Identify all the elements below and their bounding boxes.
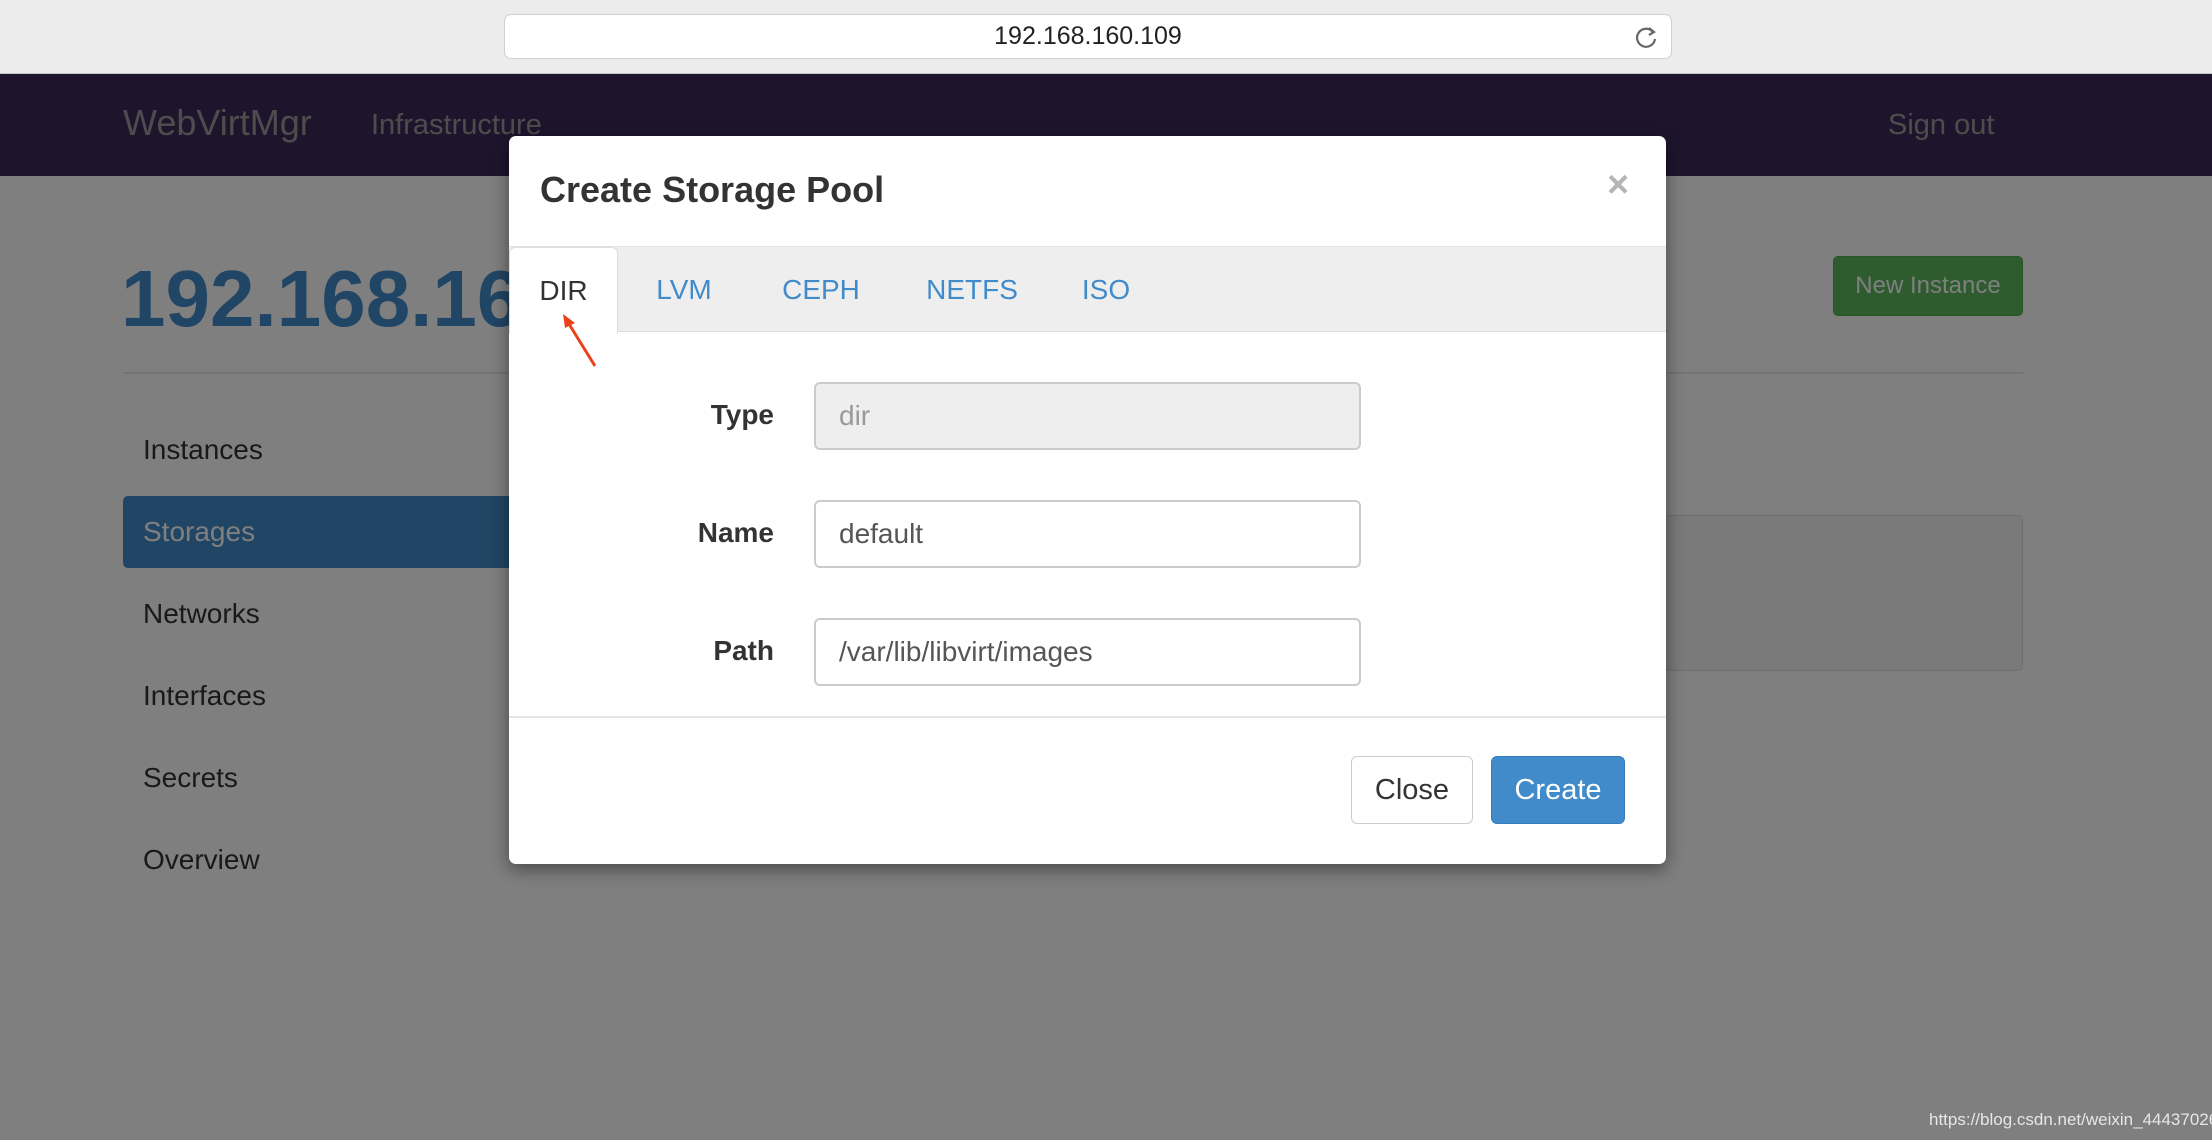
url-text: 192.168.160.109 (994, 22, 1182, 50)
browser-toolbar: 192.168.160.109 (0, 0, 2212, 74)
reload-icon[interactable] (1633, 25, 1659, 51)
watermark-text: https://blog.csdn.net/weixin_44437026 (1929, 1110, 2212, 1129)
annotation-arrow-icon (563, 314, 597, 367)
tab-lvm[interactable]: LVM (639, 247, 729, 333)
tab-netfs[interactable]: NETFS (907, 247, 1037, 333)
type-field[interactable] (814, 382, 1361, 450)
create-storage-pool-dialog: Create Storage Pool × DIR LVM CEPH NETFS… (509, 136, 1666, 864)
type-label: Type (710, 399, 774, 430)
pool-type-tabs: DIR LVM CEPH NETFS ISO (509, 246, 1666, 334)
path-label: Path (713, 635, 774, 666)
close-icon[interactable]: × (1607, 166, 1629, 204)
path-field[interactable] (814, 618, 1361, 686)
create-button[interactable]: Create (1491, 756, 1625, 824)
modal-footer-divider (509, 716, 1666, 718)
tab-ceph[interactable]: CEPH (766, 247, 876, 333)
name-field[interactable] (814, 500, 1361, 568)
tab-iso[interactable]: ISO (1066, 247, 1146, 333)
address-bar[interactable]: 192.168.160.109 (504, 14, 1672, 59)
name-label: Name (697, 517, 774, 548)
modal-title: Create Storage Pool (540, 169, 885, 210)
close-button[interactable]: Close (1351, 756, 1473, 824)
